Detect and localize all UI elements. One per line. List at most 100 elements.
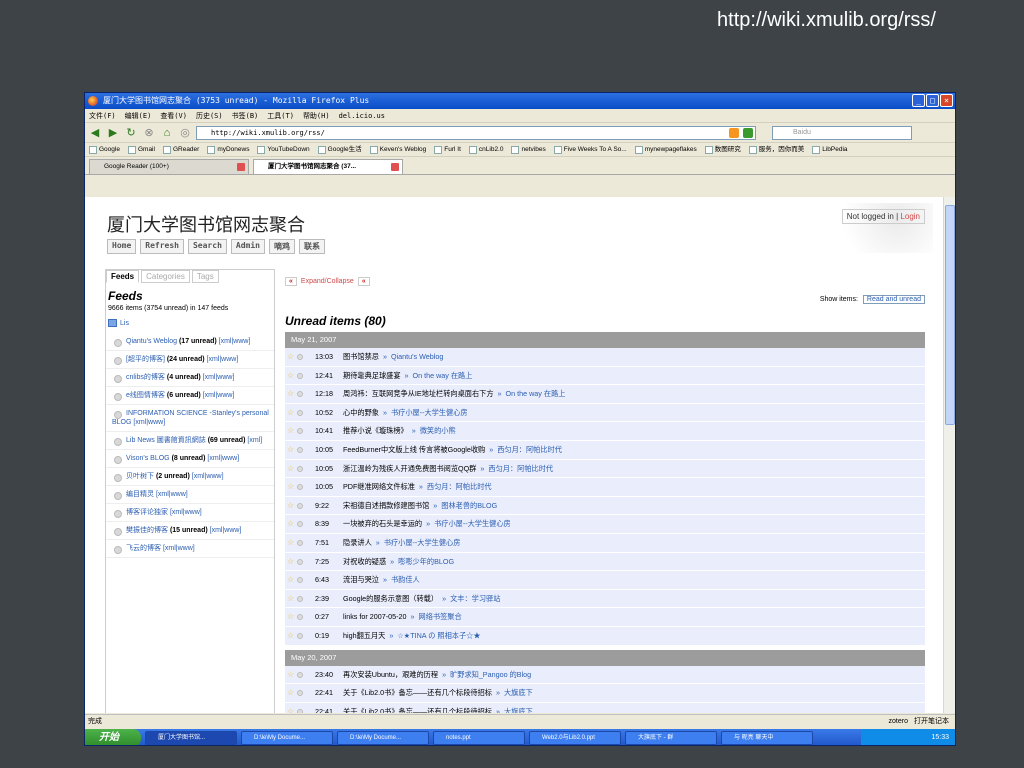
forward-icon[interactable]: ▶ [106,126,120,140]
read-status-icon[interactable] [297,521,303,528]
nav-search[interactable]: Search [187,239,227,254]
feed-item-row[interactable]: ☆ 12:41 期待靠典足球盛宴» On the way 在路上 [285,366,925,386]
star-icon[interactable]: ☆ [287,594,295,603]
scroll-thumb[interactable] [945,205,955,425]
nav-home[interactable]: Home [107,239,137,254]
bookmark-item[interactable]: GReader [162,143,199,156]
feed-name[interactable]: 贝叶树下 [112,473,154,480]
read-status-icon[interactable] [297,558,303,565]
star-icon[interactable]: ☆ [287,520,295,528]
star-icon[interactable]: ☆ [287,501,295,510]
read-status-icon[interactable] [297,428,303,435]
item-source[interactable]: 图林老兽的BLOG [441,501,497,510]
star-icon[interactable]: ☆ [287,464,295,473]
feed-links[interactable]: [xml|www] [163,545,195,552]
feed-links[interactable]: [xml|www] [219,338,251,345]
menu-tools[interactable]: 工具(T) [267,109,294,122]
expand-collapse[interactable]: « Expand/Collapse « [285,277,925,286]
taskbar-item[interactable]: 大旗底下 - 群 [625,731,717,745]
item-source[interactable]: 书疗小屋--大学生健心房 [391,408,468,417]
menu-edit[interactable]: 编辑(E) [125,109,152,122]
bookmark-item[interactable]: 服务，因你而美 [748,143,804,156]
read-status-icon[interactable] [297,708,303,713]
star-icon[interactable]: ☆ [287,445,295,454]
read-status-icon[interactable] [297,354,303,360]
feed-item-row[interactable]: ☆ 7:51 隐录讲人» 书疗小屋--大学生健心房 [285,533,925,553]
menu-bookmarks[interactable]: 书签(B) [232,109,259,122]
close-tab-icon[interactable] [391,163,399,171]
feed-links[interactable]: [xml|www] [170,509,202,516]
menu-file[interactable]: 文件(F) [89,109,116,122]
title-bar[interactable]: 厦门大学图书馆网志聚合 (3753 unread) - Mozilla Fire… [85,93,955,109]
reload-icon[interactable]: ↻ [124,126,138,140]
feed-item-row[interactable]: ☆ 7:25 对祝收的疑惑 » 嘭嘭少年的BLOG [285,552,925,572]
feed-item-row[interactable]: ☆ 10:05 FeedBurner中文版上线 传言将被Google收购 » 西匀月：阿… [285,440,925,460]
menu-history[interactable]: 历史(S) [196,109,223,122]
tab-google-reader[interactable]: Google Reader (100+) [89,159,249,174]
feed-name[interactable]: 编目精灵 [112,491,154,498]
feed-item-row[interactable]: ☆ 12:18 周鸿祎：互联网竞争从IE地址栏转向桌面右下方» On the way … [285,385,925,404]
feed-links[interactable]: [xml|www] [203,392,235,399]
item-source[interactable]: 西匀月：阿帕比时代 [497,445,562,454]
read-status-icon[interactable] [297,539,303,546]
bookmark-item[interactable]: Five Weeks To A So... [553,143,627,156]
feed-item-row[interactable]: ☆ 22:41 关于《Lib2.0书》备忘——还有几个标段待招标» 大旗底下 [285,702,925,713]
item-title[interactable]: 宋祖德自述捐款修建图书馆 [343,501,429,510]
maximize-button[interactable]: □ [926,94,939,107]
item-source[interactable]: 书疗小屋--大学生健心房 [434,519,511,528]
zotero-label[interactable]: zotero [889,715,908,728]
feed-name[interactable]: e线图情博客 [112,392,165,399]
star-icon[interactable]: ☆ [287,689,295,697]
back-icon[interactable]: ◀ [88,126,102,140]
read-status-icon[interactable] [297,502,303,509]
bookmark-item[interactable]: myDonews [207,143,249,156]
feed-item-row[interactable]: ☆ 22:41 关于《Lib2.0书》备忘——还有几个标段待招标» 大旗底下 [285,684,925,703]
feed-name[interactable]: Qiantu's Weblog [112,338,177,345]
show-items-select[interactable]: Read and unread [862,295,925,304]
bookmark-item[interactable]: mynewpageflakes [634,143,697,156]
feed-name[interactable]: [超平的博客] [112,356,165,363]
minimize-button[interactable]: _ [912,94,925,107]
feed-links[interactable]: [xml|www] [207,455,239,462]
star-icon[interactable]: ☆ [287,707,295,713]
feed-name[interactable]: 博客评论独家 [112,509,168,516]
menu-view[interactable]: 查看(V) [160,109,187,122]
star-icon[interactable]: ☆ [287,353,295,361]
taskbar-item[interactable]: D:\le\My Docume... [337,731,429,745]
feed-item-row[interactable]: ☆ 8:39 一块被弃的石头是幸运的 » 书疗小屋--大学生健心房 [285,515,925,534]
item-source[interactable]: 西匀月：阿帕比时代 [427,482,492,491]
tab-xmulib-rss[interactable]: 厦门大学图书馆网志聚合 (37... [253,159,403,174]
vertical-scrollbar[interactable] [943,197,955,713]
tab-feeds[interactable]: Feeds [106,270,140,283]
item-source[interactable]: 大旗底下 [504,707,533,713]
star-icon[interactable]: ☆ [287,631,295,640]
star-icon[interactable]: ☆ [287,538,295,547]
feed-links[interactable]: [xml|www] [203,374,235,381]
read-status-icon[interactable] [297,671,303,678]
read-status-icon[interactable] [297,484,303,491]
nav-item[interactable]: 嘀鸡 [268,239,295,254]
menu-help[interactable]: 帮助(H) [303,109,330,122]
item-source[interactable]: ☆★TINA の 照相本子☆★ [397,631,480,640]
bookmark-item[interactable]: cnLib2.0 [468,143,503,156]
item-title[interactable]: 对祝收的疑惑 [343,557,386,566]
url-input[interactable]: http://wiki.xmulib.org/rss/ [196,125,756,140]
read-status-icon[interactable] [297,614,303,621]
read-status-icon[interactable] [297,372,303,379]
feed-item-row[interactable]: ☆ 10:52 心中的野象» 书疗小屋--大学生健心房 [285,403,925,423]
bookmark-item[interactable]: Google [89,143,120,156]
bookmark-item[interactable]: netvibes [511,143,546,156]
feed-item-row[interactable]: ☆ 6:43 流泪与哭泣» 书韵佳人 [285,571,925,590]
taskbar-item[interactable]: 与 昵亮 聊天中 [721,731,813,745]
star-icon[interactable]: ☆ [287,408,295,417]
read-status-icon[interactable] [297,465,303,472]
item-source[interactable]: 大旗底下 [504,688,533,697]
bookmark-item[interactable]: YouTubeDown [257,143,310,156]
taskbar-item[interactable]: Web2.0与Lib2.0.ppt [529,731,621,745]
item-source[interactable]: 书韵佳人 [391,575,420,584]
item-source[interactable]: 西匀月：阿帕比时代 [488,464,553,473]
read-status-icon[interactable] [297,690,303,697]
feed-links[interactable]: [xml|www] [133,419,165,426]
feed-links[interactable]: [xml] [247,437,262,444]
feed-name[interactable]: 飞云的博客 [112,545,161,552]
